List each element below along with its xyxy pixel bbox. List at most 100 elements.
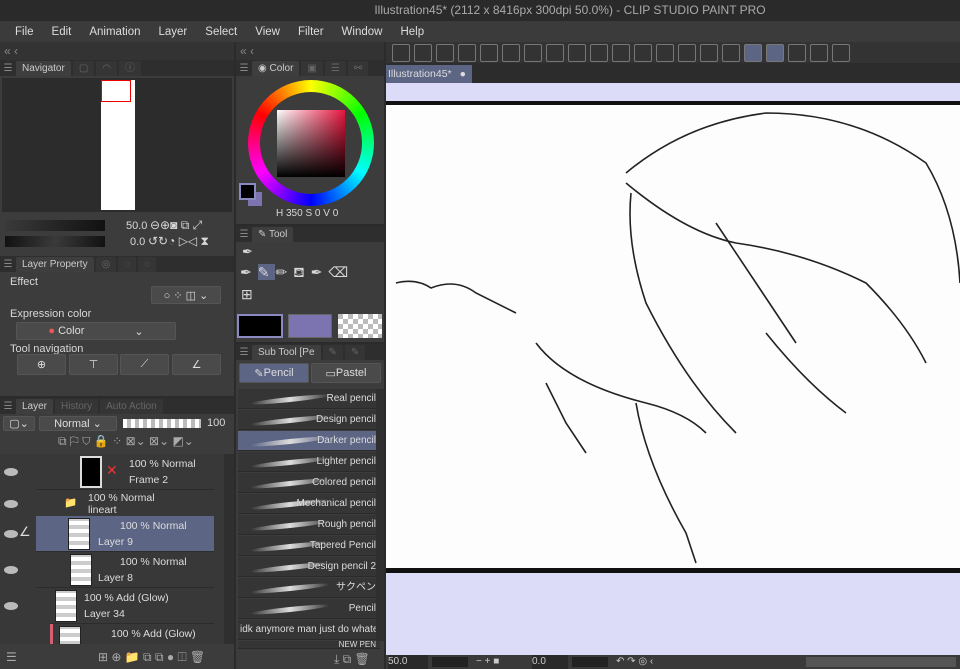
layer-color-select[interactable]: ▢⌄ — [3, 416, 35, 431]
fill-icon[interactable] — [634, 43, 652, 62]
rotation-buttons[interactable]: ↺↻◔ ▷◁ ⧗ — [148, 234, 209, 249]
subtool-item[interactable]: Rough pencil — [238, 515, 380, 535]
layer-toolbar[interactable]: ⧉ ⚐ ⛉ 🔒 ⁘ ⊠⌄ ⊠⌄ ◩⌄ — [58, 434, 194, 449]
subtool-item[interactable]: Lighter pencil — [238, 452, 380, 472]
layer-settings-icon[interactable]: ☰ — [6, 650, 17, 664]
menu-edit[interactable]: Edit — [43, 26, 81, 38]
visibility-eye-icon[interactable] — [4, 566, 18, 574]
layer-bottom-toolbar[interactable]: ⊞ ⊕ 📁 ⧉ ⧉ ● ◫ 🗑 — [98, 650, 205, 665]
tool-nav-pen-button[interactable]: ∠ — [172, 354, 221, 375]
canvas-rotate-buttons[interactable]: ↶ ↷ ◎ ‹ — [616, 655, 653, 669]
new-file-icon[interactable] — [414, 43, 432, 62]
tab-subtool[interactable]: Sub Tool [Pe — [252, 345, 321, 360]
layer-row-selected[interactable]: 100 % Normal Layer 9 — [36, 516, 214, 552]
blend-mode-select[interactable]: Normal ⌄ — [39, 416, 117, 431]
menu-filter[interactable]: Filter — [289, 26, 333, 38]
tool-nav-object-button[interactable]: ⊕ — [17, 354, 66, 375]
export-png-icon[interactable] — [502, 43, 520, 62]
layer-row[interactable]: 100 % Normal Frame 2 ✕ — [36, 454, 214, 490]
deselect-icon[interactable] — [678, 43, 696, 62]
view-frame[interactable] — [101, 80, 131, 102]
subtool-item[interactable]: Colored pencil — [238, 473, 380, 493]
tab-layer-property[interactable]: Layer Property — [16, 257, 94, 272]
menu-file[interactable]: File — [6, 26, 43, 38]
export-jpg-icon[interactable] — [480, 43, 498, 62]
save-icon[interactable] — [458, 43, 476, 62]
tab-auto-action[interactable]: Auto Action — [100, 399, 163, 414]
tab-tool[interactable]: ✎ Tool — [252, 227, 294, 242]
subtool-bottom-toolbar[interactable]: ⤓ ⧉ 🗑 — [334, 652, 370, 667]
drawing-color-main[interactable] — [237, 314, 283, 338]
tab-color[interactable]: ◉ Color — [252, 61, 300, 76]
visibility-eye-icon[interactable] — [4, 530, 18, 538]
undo-icon[interactable] — [546, 43, 564, 62]
canvas-zoom-value[interactable]: 50.0 — [388, 655, 428, 669]
tool-row[interactable]: ✒✎✏⛾✒⌫ — [240, 264, 354, 283]
canvas-angle-value[interactable]: 0.0 — [532, 655, 568, 669]
layer-row[interactable]: 100 % Normal Layer 8 — [36, 552, 214, 588]
subtool-item[interactable]: Design pencil — [238, 410, 380, 430]
menu-select[interactable]: Select — [196, 26, 246, 38]
transparent-color[interactable] — [338, 314, 382, 338]
group-pastel[interactable]: ▭ Pastel — [311, 363, 381, 383]
menu-animation[interactable]: Animation — [80, 26, 149, 38]
subtool-item[interactable]: NEW PEN — [238, 641, 380, 649]
tab-history[interactable]: History — [55, 399, 99, 414]
group-pencil[interactable]: ✎ Pencil — [239, 363, 309, 383]
tool-nav-operation-button[interactable]: ⊤ — [69, 354, 118, 375]
learn-icon[interactable] — [810, 43, 828, 62]
eyedropper-tool-icon[interactable]: ✒ — [242, 244, 253, 260]
subtool-item[interactable]: サクペン — [238, 578, 380, 598]
canvas[interactable] — [386, 83, 960, 655]
selection-border-icon[interactable] — [722, 43, 740, 62]
tab-illustration45[interactable]: Illustration45* ● — [386, 65, 472, 83]
layer-row[interactable]: 100 % Add (Glow) — [50, 624, 214, 644]
tab-layer[interactable]: Layer — [16, 399, 54, 414]
panel-menu-icon[interactable]: ☰ — [0, 61, 16, 76]
canvas-angle-slider[interactable] — [572, 657, 608, 667]
subtool-item[interactable]: Real pencil — [238, 389, 380, 409]
figure-tool-icon[interactable]: ⊞ — [241, 286, 253, 303]
tab-navigator[interactable]: Navigator — [16, 61, 71, 76]
effect-buttons[interactable]: ○ ⁘ ◫ ⌄ — [151, 286, 221, 304]
clip-studio-icon[interactable] — [392, 43, 410, 62]
subtool-item[interactable]: Pencil — [238, 599, 380, 619]
layer-row[interactable]: 100 % Add (Glow) Layer 34 — [50, 588, 214, 624]
subtool-item[interactable]: Mechanical pencil — [238, 494, 380, 514]
visibility-eye-icon[interactable] — [4, 602, 18, 610]
left-dock-bar[interactable]: « ‹ — [0, 42, 234, 60]
navigator-preview[interactable] — [2, 78, 232, 212]
snap-grid-icon[interactable] — [788, 43, 806, 62]
subtool-item[interactable]: Design pencil 2 — [238, 557, 380, 577]
export-psd-icon[interactable] — [524, 43, 542, 62]
redo-icon[interactable] — [568, 43, 586, 62]
transform-icon[interactable] — [656, 43, 674, 62]
rotation-slider[interactable] — [5, 236, 105, 247]
menu-view[interactable]: View — [246, 26, 289, 38]
visibility-eye-icon[interactable] — [4, 500, 18, 508]
opacity-value[interactable]: 100 — [207, 417, 225, 429]
opacity-slider[interactable] — [123, 419, 201, 428]
clear-icon[interactable] — [612, 43, 630, 62]
subtool-item[interactable]: idk anymore man just do whate — [238, 620, 380, 640]
middle-dock-bar[interactable]: « ‹ — [236, 42, 384, 60]
canvas-zoom-slider[interactable] — [432, 657, 468, 667]
horizontal-scrollbar[interactable] — [806, 657, 956, 667]
invert-selection-icon[interactable] — [700, 43, 718, 62]
main-color-swatch[interactable] — [239, 183, 256, 200]
drawing-color-sub[interactable] — [288, 314, 332, 338]
snap-ruler-icon[interactable] — [744, 43, 762, 62]
menu-layer[interactable]: Layer — [150, 26, 197, 38]
help-icon[interactable] — [832, 43, 850, 62]
menu-help[interactable]: Help — [391, 26, 433, 38]
saturation-value-square[interactable] — [277, 110, 345, 177]
visibility-eye-icon[interactable] — [4, 468, 18, 476]
tool-nav-vector-button[interactable]: ⟋ — [120, 354, 169, 375]
zoom-buttons[interactable]: ⊖⊕◙ ⧉ ⤢ — [150, 218, 202, 233]
open-icon[interactable] — [436, 43, 454, 62]
layer-scrollbar[interactable] — [224, 454, 234, 644]
subtool-scrollbar[interactable] — [376, 389, 384, 641]
expression-color-select[interactable]: ● Color ⌄ — [16, 322, 176, 340]
zoom-slider[interactable] — [5, 220, 105, 231]
subtool-item-selected[interactable]: Darker pencil — [238, 431, 380, 451]
